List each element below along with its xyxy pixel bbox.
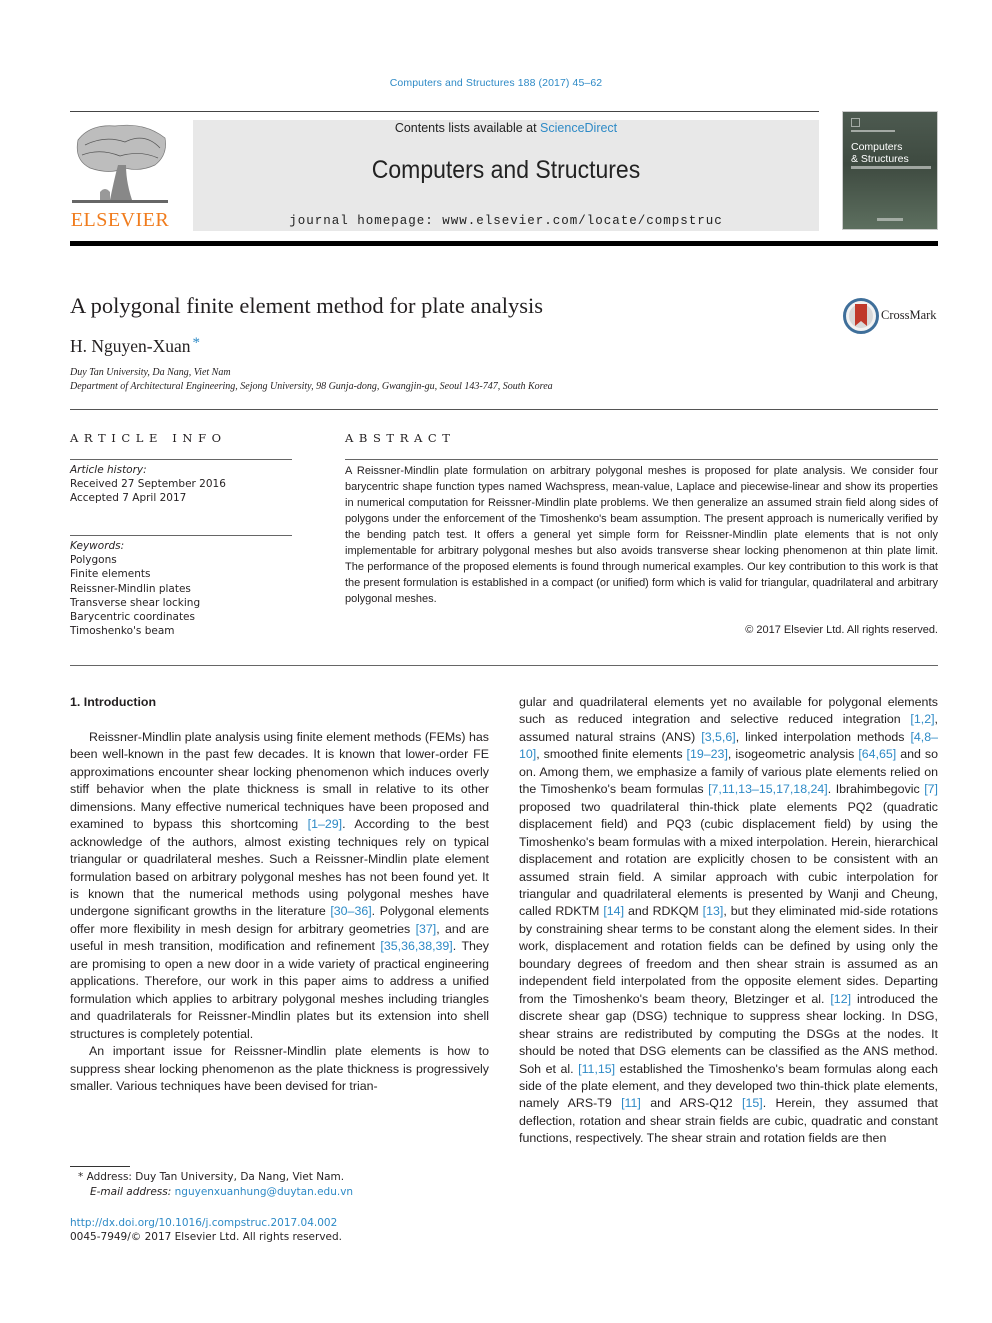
cover-emblem-icon: [851, 118, 860, 127]
author-name-text: H. Nguyen-Xuan: [70, 336, 191, 356]
sciencedirect-link[interactable]: ScienceDirect: [540, 121, 617, 135]
email-link[interactable]: nguyenxuanhung@duytan.edu.vn: [175, 1186, 353, 1198]
keywords: Keywords: Polygons Finite elements Reiss…: [70, 539, 200, 638]
section-heading: 1. Introduction: [70, 695, 157, 709]
citation-link[interactable]: [64,65]: [858, 747, 896, 761]
citation-link[interactable]: [1,2]: [910, 712, 934, 726]
citation-link[interactable]: [30–36]: [330, 904, 371, 918]
masthead-thick-rule: [70, 241, 938, 246]
journal-homepage[interactable]: journal homepage: www.elsevier.com/locat…: [193, 214, 819, 228]
citation-link[interactable]: [7,11,13–15,17,18,24]: [708, 782, 828, 796]
crossmark-button[interactable]: CrossMark: [843, 298, 943, 334]
journal-cover-thumbnail[interactable]: Computers & Structures: [842, 111, 938, 230]
paragraph: gular and quadrilateral elements yet no …: [519, 695, 939, 1146]
body-column-right: gular and quadrilateral elements yet no …: [519, 694, 938, 1148]
article-info-heading: ARTICLE INFO: [70, 431, 227, 445]
affiliation-1: Duy Tan University, Da Nang, Viet Nam: [70, 367, 231, 378]
crossmark-icon: [843, 298, 879, 334]
affiliation-2: Department of Architectural Engineering,…: [70, 381, 553, 392]
corresponding-author-mark[interactable]: *: [193, 335, 201, 351]
body-column-left: 1. Introduction Reissner-Mindlin plate a…: [70, 694, 489, 1095]
elsevier-tree-icon: [72, 124, 168, 203]
citation-link[interactable]: [1–29]: [308, 817, 342, 831]
cover-tagline-bar: [851, 166, 931, 169]
citation-link[interactable]: [35,36,38,39]: [380, 939, 452, 953]
abstract-heading: ABSTRACT: [345, 431, 456, 445]
cover-publisher-bar: [877, 218, 903, 221]
divider: [70, 535, 292, 536]
keyword: Timoshenko's beam: [70, 625, 175, 638]
cover-title-line1: Computers: [851, 141, 903, 153]
divider: [70, 459, 292, 460]
author-name[interactable]: H. Nguyen-Xuan *: [70, 335, 200, 357]
elsevier-logo[interactable]: ELSEVIER: [70, 120, 170, 232]
citation-link[interactable]: [11]: [621, 1096, 641, 1110]
cover-title: Computers & Structures: [851, 141, 909, 165]
citation-link[interactable]: [14]: [603, 904, 624, 918]
article-history: Article history: Received 27 September 2…: [70, 463, 226, 506]
article-title: A polygonal finite element method for pl…: [70, 293, 544, 318]
abstract-text: A Reissner-Mindlin plate formulation on …: [345, 465, 938, 605]
footnote-address: * Address: Duy Tan University, Da Nang, …: [78, 1171, 344, 1183]
contents-available-line: Contents lists available at ScienceDirec…: [193, 121, 819, 135]
keyword: Finite elements: [70, 568, 151, 581]
footnote-mark: *: [78, 1171, 84, 1183]
paragraph: An important issue for Reissner-Mindlin …: [70, 1044, 489, 1093]
keyword: Polygons: [70, 554, 117, 567]
elsevier-wordmark: ELSEVIER: [70, 209, 170, 231]
paragraph: Reissner-Mindlin plate analysis using fi…: [70, 729, 489, 1041]
divider: [70, 665, 938, 666]
masthead-banner: Contents lists available at ScienceDirec…: [193, 120, 819, 231]
citation-link[interactable]: [12]: [830, 992, 851, 1006]
citation-link[interactable]: [13]: [703, 904, 724, 918]
issn-copyright: 0045-7949/© 2017 Elsevier Ltd. All right…: [70, 1231, 343, 1243]
running-head-journal-citation[interactable]: Computers and Structures 188 (2017) 45–6…: [0, 77, 992, 89]
accepted-date: Accepted 7 April 2017: [70, 492, 187, 505]
keywords-label: Keywords:: [70, 540, 125, 552]
footnote-address-text: Address: Duy Tan University, Da Nang, Vi…: [86, 1171, 345, 1183]
citation-link[interactable]: [37]: [416, 922, 437, 936]
citation-link[interactable]: [7]: [924, 782, 938, 796]
contents-prefix: Contents lists available at: [394, 121, 541, 135]
masthead-top-rule: [70, 111, 819, 112]
divider: [345, 459, 938, 460]
citation-link[interactable]: [15]: [742, 1096, 763, 1110]
footnote-rule: [70, 1166, 130, 1167]
citation-link[interactable]: [19–23]: [687, 747, 728, 761]
keyword: Reissner-Mindlin plates: [70, 582, 191, 595]
abstract-copyright: © 2017 Elsevier Ltd. All rights reserved…: [745, 624, 938, 636]
cover-title-line2: & Structures: [851, 153, 909, 165]
doi-link[interactable]: http://dx.doi.org/10.1016/j.compstruc.20…: [70, 1217, 337, 1229]
history-label: Article history:: [70, 464, 147, 476]
keyword: Transverse shear locking: [70, 596, 201, 609]
footnote-email: E-mail address: nguyenxuanhung@duytan.ed…: [90, 1186, 353, 1198]
crossmark-label: CrossMark: [881, 308, 937, 322]
citation-link[interactable]: [3,5,6]: [701, 730, 735, 744]
received-date: Received 27 September 2016: [70, 478, 226, 491]
citation-link[interactable]: [11,15]: [578, 1062, 615, 1076]
cover-subtitle-bar: [851, 130, 895, 132]
divider: [70, 409, 938, 410]
email-label: E-mail address:: [90, 1186, 175, 1198]
journal-name: Computers and Structures: [371, 156, 641, 184]
keyword: Barycentric coordinates: [70, 611, 195, 624]
